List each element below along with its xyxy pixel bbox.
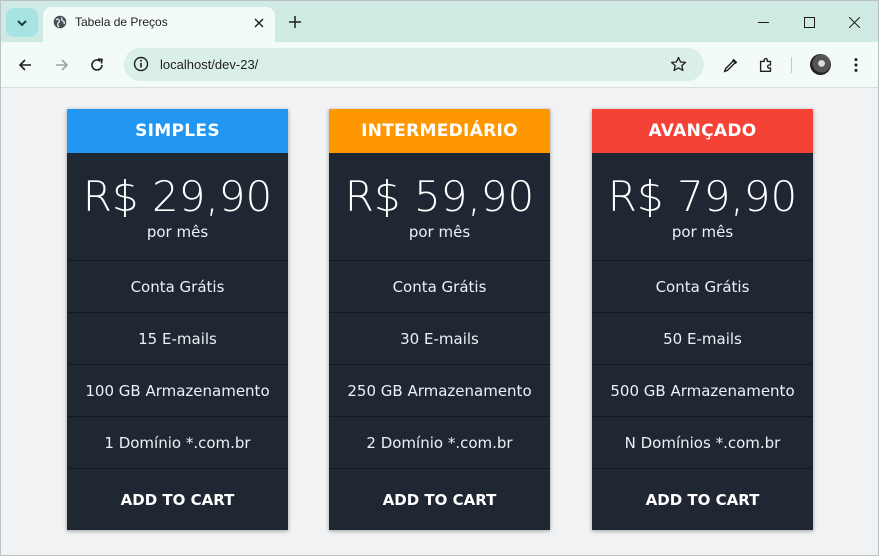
plan-price: R$ 59,90 [344,172,535,221]
window-close-button[interactable] [832,8,876,36]
reload-button[interactable] [86,54,108,76]
eyedropper-button[interactable] [721,55,741,75]
plan-card-intermediario: INTERMEDIÁRIO R$ 59,90 por mês Conta Grá… [329,109,550,530]
tab-title: Tabela de Preços [75,15,168,29]
maximize-icon [803,16,815,28]
info-icon[interactable] [133,56,149,72]
feature-item: Conta Grátis [329,261,550,313]
chevron-down-icon [17,19,27,26]
plan-price: R$ 29,90 [82,172,273,221]
browser-window: Tabela de Preços localhost/dev-23/ SIMPL… [0,0,879,556]
feature-item: Conta Grátis [67,261,288,313]
price-block: R$ 29,90 por mês [67,153,288,261]
plus-icon [289,16,301,28]
tab-strip: Tabela de Preços [1,1,878,42]
feature-item: 30 E-mails [329,313,550,365]
add-to-cart-button[interactable]: ADD TO CART [67,469,288,530]
feature-item: 100 GB Armazenamento [67,365,288,417]
forward-button[interactable] [51,54,73,76]
add-to-cart-button[interactable]: ADD TO CART [329,469,550,530]
reload-icon [91,58,103,71]
add-to-cart-button[interactable]: ADD TO CART [592,469,813,530]
globe-icon [53,15,67,29]
plan-name: SIMPLES [67,109,288,153]
arrow-left-icon [18,59,31,71]
feature-item: Conta Grátis [592,261,813,313]
minimize-button[interactable] [741,8,785,36]
browser-toolbar: localhost/dev-23/ [1,42,878,88]
url-text[interactable]: localhost/dev-23/ [160,57,258,72]
avatar[interactable] [810,54,831,75]
puzzle-icon [759,57,772,72]
page-content: SIMPLES R$ 29,90 por mês Conta Grátis 15… [1,89,878,555]
feature-item: N Domínios *.com.br [592,417,813,469]
feature-item: 1 Domínio *.com.br [67,417,288,469]
new-tab-button[interactable] [284,11,306,33]
price-block: R$ 79,90 por mês [592,153,813,261]
plan-price: R$ 79,90 [607,172,798,221]
feature-item: 250 GB Armazenamento [329,365,550,417]
plan-period: por mês [671,223,734,241]
arrow-right-icon [56,59,69,71]
tab-active[interactable]: Tabela de Preços [43,7,275,42]
toolbar-divider [791,57,792,73]
plan-card-simples: SIMPLES R$ 29,90 por mês Conta Grátis 15… [67,109,288,530]
tab-search-button[interactable] [6,8,38,37]
close-icon [848,16,860,28]
feature-item: 50 E-mails [592,313,813,365]
tab-close-button[interactable] [250,14,268,32]
back-button[interactable] [14,54,36,76]
price-block: R$ 59,90 por mês [329,153,550,261]
address-bar[interactable]: localhost/dev-23/ [124,48,704,81]
menu-button[interactable] [846,55,866,75]
feature-item: 2 Domínio *.com.br [329,417,550,469]
plan-name: INTERMEDIÁRIO [329,109,550,153]
plan-period: por mês [408,223,471,241]
feature-item: 500 GB Armazenamento [592,365,813,417]
kebab-menu-icon [854,58,858,72]
extensions-button[interactable] [756,55,776,75]
star-icon[interactable] [670,56,687,73]
eyedropper-icon [723,58,738,73]
plan-name: AVANÇADO [592,109,813,153]
plan-card-avancado: AVANÇADO R$ 79,90 por mês Conta Grátis 5… [592,109,813,530]
plan-period: por mês [146,223,209,241]
minimize-icon [757,21,769,23]
feature-item: 15 E-mails [67,313,288,365]
maximize-button[interactable] [787,8,831,36]
close-icon [254,18,264,28]
